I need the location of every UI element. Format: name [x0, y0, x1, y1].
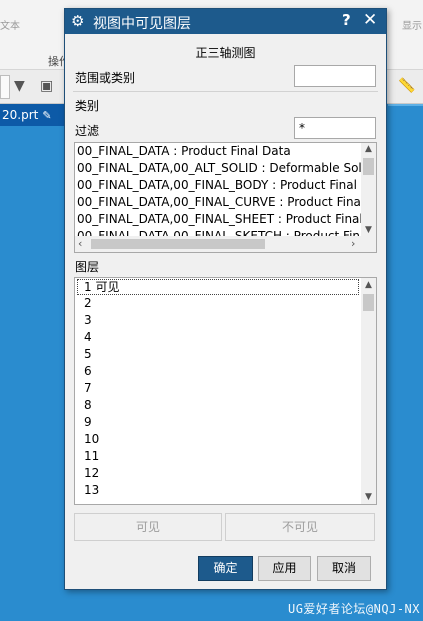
visible-layers-dialog: ⚙ 视图中可见图层 ? ✕ 正三轴测图 范围或类别 类别 过滤 00_FINAL…	[64, 8, 387, 590]
scrollbar-corner	[363, 236, 376, 252]
help-button[interactable]: ?	[342, 11, 351, 29]
list-item[interactable]: 2	[75, 295, 361, 312]
list-item[interactable]: 13	[75, 482, 361, 499]
canvas-accent-line	[388, 104, 423, 106]
view-name-label: 正三轴测图	[195, 46, 256, 60]
layers-label: 图层	[75, 260, 100, 274]
list-item[interactable]: 5	[75, 346, 361, 363]
list-item[interactable]: 00_FINAL_DATA,00_FINAL_SHEET : Product F…	[75, 211, 363, 228]
layer-items: 1 可见 2 3 4 5 6 7 8 9 10 11 12 13	[75, 278, 361, 504]
apply-button[interactable]: 应用	[258, 556, 311, 581]
list-item[interactable]: 12	[75, 465, 361, 482]
list-item[interactable]: 11	[75, 448, 361, 465]
list-item[interactable]: 00_FINAL_DATA,00_FINAL_CURVE : Product F…	[75, 194, 363, 211]
gear-icon: ⚙	[71, 12, 85, 30]
part-file-tab[interactable]: 20.prt ✎	[0, 104, 64, 126]
list-item[interactable]: 1 可见	[77, 279, 359, 295]
filter-label: 过滤	[75, 124, 100, 138]
scroll-up-icon[interactable]: ▲	[361, 144, 376, 154]
divider	[73, 91, 378, 92]
ribbon-fragment-text: 文本	[0, 21, 20, 32]
visible-button[interactable]: 可见	[74, 513, 222, 541]
category-label: 类别	[75, 99, 100, 113]
list-item[interactable]: 8	[75, 397, 361, 414]
ribbon-fragment-display: 显示	[402, 21, 422, 32]
category-horizontal-scrollbar[interactable]: ‹ ›	[75, 236, 363, 252]
filter-input[interactable]	[294, 117, 376, 139]
dialog-titlebar[interactable]: ⚙ 视图中可见图层 ? ✕	[65, 9, 386, 34]
edit-icon: ✎	[42, 109, 52, 122]
part-file-tab-label: 20.prt	[2, 108, 39, 122]
list-item[interactable]: 9	[75, 414, 361, 431]
close-button[interactable]: ✕	[363, 10, 377, 30]
snap-icon[interactable]: ▣	[40, 78, 53, 94]
range-label: 范围或类别	[75, 71, 136, 85]
list-item[interactable]: 6	[75, 363, 361, 380]
scroll-down-icon[interactable]: ▼	[361, 492, 376, 502]
filter-icon[interactable]: ▼	[14, 78, 25, 94]
cancel-button[interactable]: 取消	[317, 556, 371, 581]
scrollbar-thumb[interactable]	[91, 239, 265, 249]
category-list[interactable]: 00_FINAL_DATA : Product Final Data 00_FI…	[74, 142, 377, 253]
scrollbar-thumb[interactable]	[363, 294, 374, 311]
category-items: 00_FINAL_DATA : Product Final Data 00_FI…	[75, 143, 363, 236]
layer-vertical-scrollbar[interactable]: ▲ ▼	[361, 278, 376, 504]
layer-list[interactable]: 1 可见 2 3 4 5 6 7 8 9 10 11 12 13 ▲ ▼	[74, 277, 377, 505]
list-item[interactable]: 4	[75, 329, 361, 346]
toolbar-select-box[interactable]	[0, 75, 10, 99]
scrollbar-thumb[interactable]	[363, 158, 374, 175]
scroll-up-icon[interactable]: ▲	[361, 280, 376, 290]
list-item[interactable]: 00_FINAL_DATA,00_ALT_SOLID : Deformable …	[75, 160, 363, 177]
scroll-down-icon[interactable]: ▼	[361, 225, 376, 235]
list-item[interactable]: 10	[75, 431, 361, 448]
category-vertical-scrollbar[interactable]: ▲ ▼	[361, 143, 376, 236]
list-item[interactable]: 00_FINAL_DATA,00_FINAL_SKETCH : Product …	[75, 228, 363, 236]
list-item[interactable]: 7	[75, 380, 361, 397]
range-input[interactable]	[294, 65, 376, 87]
list-item[interactable]: 00_FINAL_DATA,00_FINAL_BODY : Product Fi…	[75, 177, 363, 194]
ruler-icon[interactable]: 📏	[398, 78, 415, 94]
list-item[interactable]: 00_FINAL_DATA : Product Final Data	[75, 143, 363, 160]
watermark: UG爱好者论坛@NQJ-NX	[287, 602, 420, 616]
invisible-button[interactable]: 不可见	[225, 513, 375, 541]
list-item[interactable]: 3	[75, 312, 361, 329]
scroll-left-icon[interactable]: ‹	[78, 237, 82, 250]
scroll-right-icon[interactable]: ›	[351, 237, 355, 250]
dialog-title: 视图中可见图层	[93, 16, 191, 32]
ok-button[interactable]: 确定	[198, 556, 253, 581]
